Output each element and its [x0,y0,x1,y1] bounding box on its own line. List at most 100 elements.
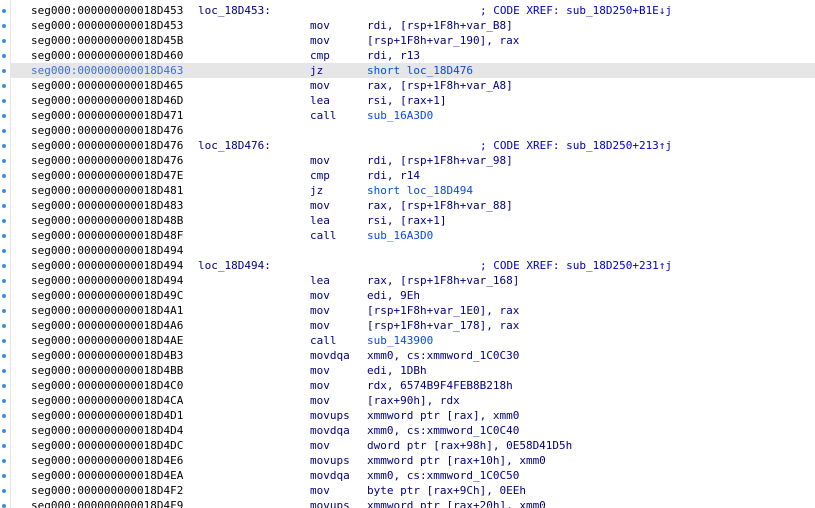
disasm-line[interactable]: seg000:000000000018D4B3 movdqa xmm0, cs:xm… [11,348,815,363]
disasm-line[interactable]: seg000:000000000018D4F2 mov byte ptr [rax+… [11,483,815,498]
breakpoint-dot-icon[interactable] [2,39,6,43]
disasm-line[interactable]: seg000:000000000018D4E6 movups xmmword ptr… [11,453,815,468]
disasm-line[interactable]: seg000:000000000018D4DC mov dword ptr [rax… [11,438,815,453]
line-operands[interactable]: sub_16A3D0 [367,108,433,123]
breakpoint-dot-icon[interactable] [2,264,6,268]
line-operands[interactable]: rdi, [rsp+1F8h+var_98] [367,153,513,168]
breakpoint-dot-icon[interactable] [2,219,6,223]
line-operands[interactable]: sub_16A3D0 [367,228,433,243]
disasm-line[interactable]: seg000:000000000018D471 call sub_16A3D0 [11,108,815,123]
disasm-line[interactable]: seg000:000000000018D46D lea rsi, [rax+1] [11,93,815,108]
breakpoint-dot-icon[interactable] [2,159,6,163]
line-operands[interactable]: rax, [rsp+1F8h+var_88] [367,198,513,213]
disasm-line[interactable]: seg000:000000000018D47E cmp rdi, r14 [11,168,815,183]
disasm-line[interactable]: seg000:000000000018D4C0 mov rdx, 6574B9F4F… [11,378,815,393]
disasm-line[interactable]: seg000:000000000018D4A1 mov [rsp+1F8h+var_… [11,303,815,318]
line-operands[interactable]: byte ptr [rax+9Ch], 0EEh [367,483,526,498]
disasm-line[interactable]: seg000:000000000018D4AE call sub_143900 [11,333,815,348]
line-operands[interactable]: rax, [rsp+1F8h+var_168] [367,273,519,288]
breakpoint-dot-icon[interactable] [2,339,6,343]
disasm-line[interactable]: seg000:000000000018D460 cmp rdi, r13 [11,48,815,63]
breakpoint-dot-icon[interactable] [2,234,6,238]
breakpoint-dot-icon[interactable] [2,444,6,448]
breakpoint-dot-icon[interactable] [2,54,6,58]
disassembly-view[interactable]: seg000:000000000018D453 loc_18D453: ; CODE… [0,0,815,508]
disasm-line[interactable]: seg000:000000000018D494 [11,243,815,258]
disasm-line[interactable]: seg000:000000000018D476 mov rdi, [rsp+1F8h… [11,153,815,168]
disasm-line[interactable]: seg000:000000000018D48F call sub_16A3D0 [11,228,815,243]
breakpoint-dot-icon[interactable] [2,144,6,148]
disasm-line[interactable]: seg000:000000000018D494 lea rax, [rsp+1F8h… [11,273,815,288]
disasm-line[interactable]: seg000:000000000018D4F9 movups xmmword ptr… [11,498,815,508]
disasm-line[interactable]: seg000:000000000018D4D1 movups xmmword ptr… [11,408,815,423]
line-label[interactable]: loc_18D453: [198,3,271,18]
breakpoint-dot-icon[interactable] [2,204,6,208]
line-operands[interactable]: rsi, [rax+1] [367,93,446,108]
breakpoint-dot-icon[interactable] [2,114,6,118]
disasm-line[interactable]: seg000:000000000018D4CA mov [rax+90h], rdx [11,393,815,408]
disasm-line[interactable]: seg000:000000000018D4EA movdqa xmm0, cs:xm… [11,468,815,483]
breakpoint-dot-icon[interactable] [2,279,6,283]
disasm-line[interactable]: seg000:000000000018D476 [11,123,815,138]
disasm-line[interactable]: seg000:000000000018D49C mov edi, 9Eh [11,288,815,303]
breakpoint-dot-icon[interactable] [2,24,6,28]
breakpoint-dot-icon[interactable] [2,129,6,133]
disasm-line[interactable]: seg000:000000000018D453 mov rdi, [rsp+1F8h… [11,18,815,33]
breakpoint-dot-icon[interactable] [2,69,6,73]
line-operands[interactable]: rsi, [rax+1] [367,213,446,228]
disasm-line[interactable]: seg000:000000000018D481 jz short loc_18D49… [11,183,815,198]
breakpoint-dot-icon[interactable] [2,429,6,433]
line-operands[interactable]: edi, 1DBh [367,363,427,378]
line-operands[interactable]: rdi, r14 [367,168,420,183]
breakpoint-dot-icon[interactable] [2,249,6,253]
breakpoint-dot-icon[interactable] [2,174,6,178]
breakpoint-dot-icon[interactable] [2,99,6,103]
disasm-line[interactable]: seg000:000000000018D48B lea rsi, [rax+1] [11,213,815,228]
disasm-line[interactable]: seg000:000000000018D494 loc_18D494: ; CODE… [11,258,815,273]
line-operands[interactable]: [rsp+1F8h+var_1E0], rax [367,303,519,318]
breakpoint-dot-icon[interactable] [2,324,6,328]
breakpoint-dot-icon[interactable] [2,474,6,478]
disasm-line[interactable]: seg000:000000000018D453 loc_18D453: ; CODE… [11,3,815,18]
disasm-line[interactable]: seg000:000000000018D476 loc_18D476: ; CODE… [11,138,815,153]
line-operands[interactable]: sub_143900 [367,333,433,348]
gutter[interactable] [0,0,10,508]
line-operands[interactable]: xmmword ptr [rax], xmm0 [367,408,519,423]
breakpoint-dot-icon[interactable] [2,384,6,388]
disasm-line[interactable]: seg000:000000000018D463 jz short loc_18D47… [11,63,815,78]
disasm-line[interactable]: seg000:000000000018D465 mov rax, [rsp+1F8h… [11,78,815,93]
line-operands[interactable]: xmm0, cs:xmmword_1C0C40 [367,423,519,438]
line-label[interactable]: loc_18D494: [198,258,271,273]
disasm-line[interactable]: seg000:000000000018D4A6 mov [rsp+1F8h+var_… [11,318,815,333]
line-operands[interactable]: rdx, 6574B9F4FEB8B218h [367,378,513,393]
breakpoint-dot-icon[interactable] [2,9,6,13]
disassembly-listing[interactable]: seg000:000000000018D453 loc_18D453: ; CODE… [11,3,815,508]
line-operands[interactable]: xmmword ptr [rax+20h], xmm0 [367,498,546,508]
line-operands[interactable]: short loc_18D494 [367,183,473,198]
breakpoint-dot-icon[interactable] [2,189,6,193]
disasm-line[interactable]: seg000:000000000018D4D4 movdqa xmm0, cs:xm… [11,423,815,438]
breakpoint-dot-icon[interactable] [2,459,6,463]
breakpoint-dot-icon[interactable] [2,399,6,403]
line-operands[interactable]: xmm0, cs:xmmword_1C0C50 [367,468,519,483]
line-label[interactable]: loc_18D476: [198,138,271,153]
breakpoint-dot-icon[interactable] [2,294,6,298]
disasm-line[interactable]: seg000:000000000018D4BB mov edi, 1DBh [11,363,815,378]
line-operands[interactable]: [rsp+1F8h+var_190], rax [367,33,519,48]
breakpoint-dot-icon[interactable] [2,489,6,493]
breakpoint-dot-icon[interactable] [2,369,6,373]
line-operands[interactable]: dword ptr [rax+98h], 0E58D41D5h [367,438,572,453]
line-operands[interactable]: short loc_18D476 [367,63,473,78]
breakpoint-dot-icon[interactable] [2,84,6,88]
line-operands[interactable]: [rax+90h], rdx [367,393,460,408]
breakpoint-dot-icon[interactable] [2,354,6,358]
line-operands[interactable]: rdi, [rsp+1F8h+var_B8] [367,18,513,33]
disasm-line[interactable]: seg000:000000000018D45B mov [rsp+1F8h+var_… [11,33,815,48]
line-operands[interactable]: [rsp+1F8h+var_178], rax [367,318,519,333]
breakpoint-dot-icon[interactable] [2,504,6,508]
breakpoint-dot-icon[interactable] [2,309,6,313]
disasm-line[interactable]: seg000:000000000018D483 mov rax, [rsp+1F8h… [11,198,815,213]
line-operands[interactable]: xmmword ptr [rax+10h], xmm0 [367,453,546,468]
line-operands[interactable]: edi, 9Eh [367,288,420,303]
line-operands[interactable]: rdi, r13 [367,48,420,63]
